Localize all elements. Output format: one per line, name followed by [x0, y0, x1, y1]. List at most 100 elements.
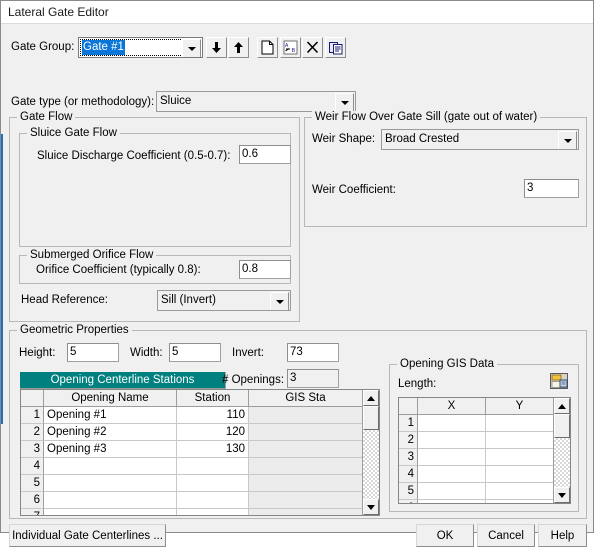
cell-x[interactable]: [418, 449, 486, 466]
cell-station[interactable]: 110: [177, 407, 249, 424]
width-input[interactable]: 5: [169, 343, 221, 362]
cell-x[interactable]: [418, 466, 486, 483]
cell-gis-sta[interactable]: [249, 407, 363, 424]
scrollbar-trough[interactable]: [554, 438, 570, 487]
table-row[interactable]: 5: [21, 475, 379, 492]
scrollbar-thumb[interactable]: [363, 406, 379, 430]
chevron-down-icon[interactable]: [558, 131, 577, 149]
height-label: Height:: [19, 347, 56, 359]
table-row[interactable]: 4: [399, 466, 570, 483]
cell-y[interactable]: [486, 483, 554, 500]
column-header-y: Y: [486, 398, 554, 415]
sluice-coefficient-input[interactable]: 0.6: [239, 145, 291, 164]
scroll-down-icon[interactable]: [554, 487, 570, 503]
table-row[interactable]: 1: [399, 415, 570, 432]
weir-flow-title: Weir Flow Over Gate Sill (gate out of wa…: [312, 111, 541, 123]
move-down-button[interactable]: [206, 37, 227, 58]
cell-gis-sta[interactable]: [249, 458, 363, 475]
cell-x[interactable]: [418, 500, 486, 503]
cell-x[interactable]: [418, 415, 486, 432]
openings-table[interactable]: Opening Name Station GIS Sta 1 Opening #…: [20, 389, 380, 516]
table-row[interactable]: 2: [399, 432, 570, 449]
cell-gis-sta[interactable]: [249, 475, 363, 492]
cell-station[interactable]: [177, 492, 249, 509]
cell-opening-name[interactable]: [44, 458, 177, 475]
scroll-up-icon[interactable]: [554, 398, 570, 414]
cell-gis-sta[interactable]: [249, 424, 363, 441]
cell-station[interactable]: [177, 458, 249, 475]
cell-gis-sta[interactable]: [249, 492, 363, 509]
cell-y[interactable]: [486, 466, 554, 483]
orifice-coefficient-input[interactable]: 0.8: [239, 260, 291, 279]
help-button[interactable]: Help: [538, 524, 587, 547]
scrollbar-thumb[interactable]: [554, 414, 570, 438]
openings-table-scrollbar[interactable]: [362, 390, 379, 515]
table-row[interactable]: 7: [21, 509, 379, 515]
chevron-down-icon[interactable]: [335, 93, 354, 111]
table-row[interactable]: 2 Opening #2 120: [21, 424, 379, 441]
weir-coefficient-input[interactable]: 3: [524, 179, 579, 198]
row-number: 5: [399, 483, 418, 500]
cell-gis-sta[interactable]: [249, 509, 363, 515]
window-edge-accent: [1, 134, 3, 424]
gis-table-scrollbar[interactable]: [553, 398, 570, 503]
new-gate-group-button[interactable]: [257, 37, 278, 58]
gate-type-value: Sluice: [160, 95, 192, 107]
orifice-coefficient-label: Orifice Coefficient (typically 0.8):: [36, 264, 201, 276]
column-header-rownum: [21, 390, 44, 407]
table-row[interactable]: 1 Opening #1 110: [21, 407, 379, 424]
cell-opening-name[interactable]: [44, 475, 177, 492]
ok-button[interactable]: OK: [416, 524, 474, 547]
gis-save-button[interactable]: [550, 373, 570, 391]
scroll-down-icon[interactable]: [363, 499, 379, 515]
cell-x[interactable]: [418, 483, 486, 500]
row-number: 1: [399, 415, 418, 432]
cell-x[interactable]: [418, 432, 486, 449]
move-up-button[interactable]: [228, 37, 249, 58]
weir-flow-group: Weir Flow Over Gate Sill (gate out of wa…: [304, 111, 587, 227]
weir-shape-combo[interactable]: Broad Crested: [381, 129, 579, 150]
table-row[interactable]: 6: [399, 500, 570, 503]
delete-gate-group-button[interactable]: [302, 37, 323, 58]
weir-shape-label: Weir Shape:: [312, 133, 376, 145]
cell-station[interactable]: [177, 475, 249, 492]
cell-opening-name[interactable]: Opening #3: [44, 441, 177, 458]
cell-opening-name[interactable]: Opening #2: [44, 424, 177, 441]
rename-icon: A B: [283, 40, 298, 55]
cell-opening-name[interactable]: [44, 509, 177, 515]
gate-group-combo[interactable]: Gate #1: [78, 37, 203, 58]
individual-gate-centerlines-button[interactable]: Individual Gate Centerlines ...: [9, 524, 166, 547]
cell-y[interactable]: [486, 432, 554, 449]
table-row[interactable]: 5: [399, 483, 570, 500]
rename-gate-group-button[interactable]: A B: [280, 37, 301, 58]
table-row[interactable]: 4: [21, 458, 379, 475]
cell-y[interactable]: [486, 449, 554, 466]
cell-opening-name[interactable]: [44, 492, 177, 509]
cell-station[interactable]: 130: [177, 441, 249, 458]
table-row[interactable]: 3: [399, 449, 570, 466]
cell-y[interactable]: [486, 415, 554, 432]
table-row[interactable]: 6: [21, 492, 379, 509]
cell-y[interactable]: [486, 500, 554, 503]
submerged-orifice-flow-group: Submerged Orifice Flow Orifice Coefficie…: [19, 249, 291, 284]
dialog-client-area: Gate Group: Gate #1 A B Gate type (or me…: [1, 24, 593, 547]
chevron-down-icon[interactable]: [182, 39, 201, 57]
submerged-orifice-title: Submerged Orifice Flow: [27, 249, 157, 261]
invert-input[interactable]: 73: [287, 343, 339, 362]
cell-station[interactable]: [177, 509, 249, 515]
weir-shape-value: Broad Crested: [385, 133, 460, 145]
gate-type-combo[interactable]: Sluice: [156, 91, 356, 112]
table-row[interactable]: 3 Opening #3 130: [21, 441, 379, 458]
chevron-down-icon[interactable]: [270, 292, 289, 310]
gis-data-table[interactable]: X Y 1 2 3 4 5: [398, 397, 571, 504]
num-openings-input[interactable]: 3: [287, 369, 339, 388]
copy-gate-group-button[interactable]: [325, 37, 346, 58]
scroll-up-icon[interactable]: [363, 390, 379, 406]
head-reference-combo[interactable]: Sill (Invert): [157, 290, 291, 311]
cell-station[interactable]: 120: [177, 424, 249, 441]
cell-gis-sta[interactable]: [249, 441, 363, 458]
scrollbar-trough[interactable]: [363, 430, 379, 499]
cancel-button[interactable]: Cancel: [477, 524, 535, 547]
height-input[interactable]: 5: [67, 343, 119, 362]
cell-opening-name[interactable]: Opening #1: [44, 407, 177, 424]
